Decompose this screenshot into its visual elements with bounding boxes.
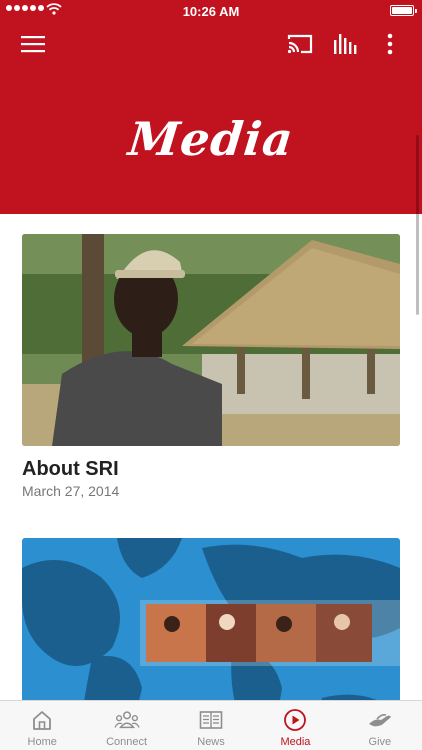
- cast-button[interactable]: [285, 30, 315, 58]
- tab-label: Connect: [106, 736, 148, 748]
- cast-icon: [287, 34, 313, 54]
- tab-label: Give: [368, 736, 392, 748]
- thumbnail-image: [22, 234, 400, 446]
- tab-give[interactable]: Give: [338, 701, 422, 750]
- media-list[interactable]: About SRI March 27, 2014: [0, 214, 422, 700]
- tab-bar: Home Connect News Media Give: [0, 700, 422, 750]
- people-icon: [113, 711, 140, 729]
- tab-news[interactable]: News: [169, 701, 253, 750]
- media-card[interactable]: About SRI March 27, 2014: [22, 234, 400, 499]
- thumbnail-image: [22, 538, 400, 700]
- more-vertical-icon: [387, 33, 393, 55]
- battery-icon: [390, 5, 417, 16]
- tab-label: Home: [27, 736, 57, 748]
- tab-home[interactable]: Home: [0, 701, 84, 750]
- status-time: 10:26 AM: [182, 4, 240, 19]
- video-thumbnail[interactable]: [22, 234, 400, 446]
- media-card[interactable]: [22, 538, 400, 700]
- menu-button[interactable]: [18, 30, 48, 58]
- page-title: Media: [125, 112, 297, 166]
- tab-connect[interactable]: Connect: [84, 701, 168, 750]
- audio-bars-button[interactable]: [330, 30, 360, 58]
- home-icon: [33, 711, 52, 730]
- more-options-button[interactable]: [375, 30, 405, 58]
- header-banner: Media: [0, 0, 422, 214]
- equalizer-icon: [334, 34, 357, 54]
- tab-label: Media: [280, 736, 311, 748]
- tab-media[interactable]: Media: [253, 701, 337, 750]
- toolbar: [0, 22, 422, 66]
- newspaper-icon: [199, 711, 223, 729]
- card-date: March 27, 2014: [22, 483, 120, 499]
- status-bar: 10:26 AM: [0, 0, 422, 22]
- scroll-indicator[interactable]: [416, 135, 419, 315]
- play-circle-icon: [284, 709, 307, 731]
- hand-icon: [368, 714, 391, 727]
- card-title: About SRI: [22, 458, 119, 480]
- tab-label: News: [197, 736, 225, 748]
- hamburger-icon: [21, 36, 45, 53]
- video-thumbnail[interactable]: [22, 538, 400, 700]
